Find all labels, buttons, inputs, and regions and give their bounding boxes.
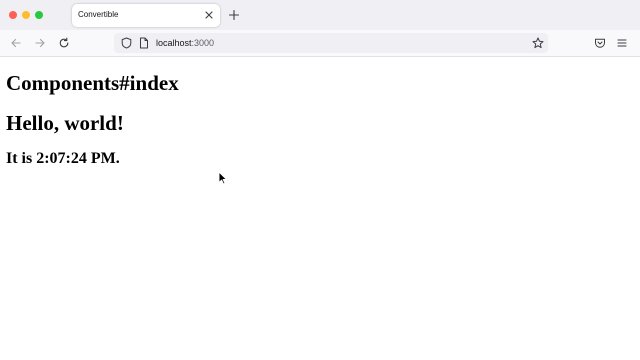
url-bar[interactable]: localhost:3000 xyxy=(114,33,548,53)
url-text[interactable]: localhost:3000 xyxy=(156,38,214,48)
tab-title: Convertible xyxy=(78,10,119,19)
star-icon[interactable] xyxy=(532,37,544,49)
hamburger-menu-icon[interactable] xyxy=(616,37,628,49)
close-icon[interactable] xyxy=(203,9,215,21)
page-title: Components#index xyxy=(6,71,179,95)
shield-icon[interactable] xyxy=(121,37,132,49)
reload-icon[interactable] xyxy=(58,37,70,49)
browser-tab[interactable]: Convertible xyxy=(72,4,220,27)
url-port: :3000 xyxy=(191,38,215,48)
mouse-cursor-icon xyxy=(218,171,228,185)
window-minimize-button[interactable] xyxy=(22,11,30,19)
title-bar: Convertible xyxy=(0,0,640,30)
window-maximize-button[interactable] xyxy=(35,11,43,19)
window-close-button[interactable] xyxy=(9,11,17,19)
back-arrow-icon[interactable] xyxy=(10,37,22,49)
page-icon[interactable] xyxy=(139,37,149,49)
greeting-heading: Hello, world! xyxy=(6,111,124,135)
time-heading: It is 2:07:24 PM. xyxy=(6,150,120,167)
url-host: localhost xyxy=(156,38,192,48)
new-tab-icon[interactable] xyxy=(228,9,240,21)
navigation-toolbar: localhost:3000 xyxy=(0,30,640,57)
forward-arrow-icon[interactable] xyxy=(34,37,46,49)
pocket-icon[interactable] xyxy=(594,37,606,49)
